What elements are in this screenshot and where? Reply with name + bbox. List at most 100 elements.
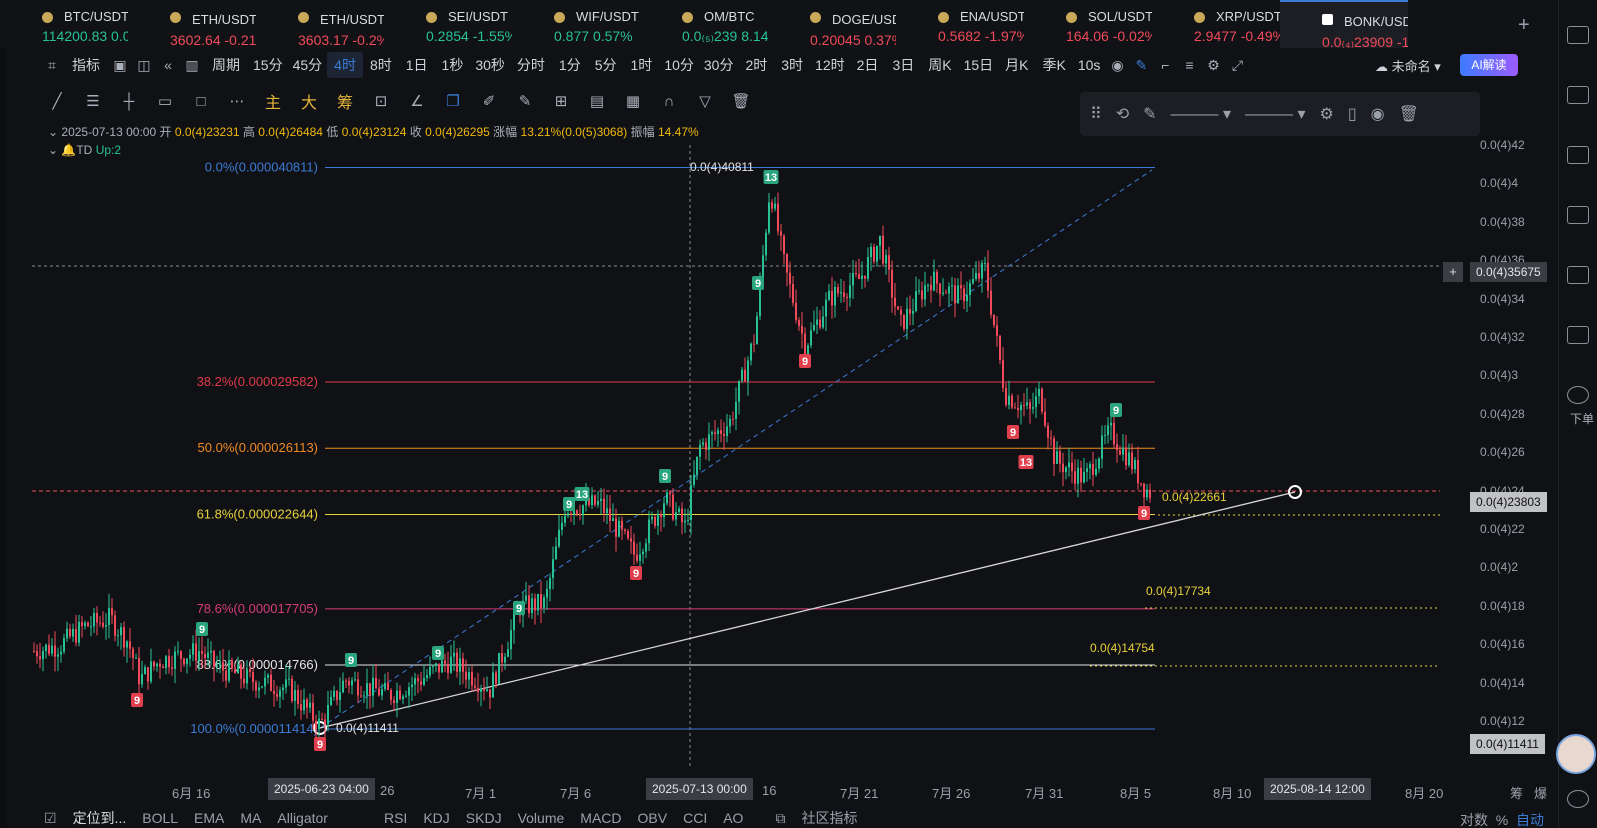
community-indicators[interactable]: 社区指标 xyxy=(801,808,857,828)
candle-body xyxy=(672,494,674,520)
candle-body xyxy=(216,665,218,667)
log-scale-button[interactable]: 对数 xyxy=(1460,812,1488,828)
candle-body xyxy=(861,275,863,279)
candle-body xyxy=(1095,468,1097,475)
exchange-icon[interactable] xyxy=(1567,386,1589,404)
candle-body xyxy=(1092,463,1094,475)
candle-body xyxy=(864,275,866,279)
candle-body xyxy=(693,474,695,485)
candle-body xyxy=(81,621,83,627)
candle-body xyxy=(279,690,281,697)
candle-body xyxy=(678,508,680,513)
td-marker-label: 9 xyxy=(802,356,808,368)
order-button[interactable]: 下单 xyxy=(1570,410,1594,427)
candle-body xyxy=(609,508,611,521)
candle-body xyxy=(1113,422,1115,445)
crosshair-price-box: 0.0(4)35675 xyxy=(1470,262,1547,282)
candle-body xyxy=(156,663,158,667)
document-icon[interactable] xyxy=(1567,86,1589,104)
locate-icon[interactable]: ☑ xyxy=(44,810,57,827)
time-tick: 8月 10 xyxy=(1213,786,1252,801)
candle-body xyxy=(132,648,134,659)
candle-body xyxy=(666,492,668,504)
candle-body xyxy=(840,292,842,294)
candle-body xyxy=(474,685,476,688)
candle-body xyxy=(648,519,650,544)
headset-icon[interactable] xyxy=(1567,790,1589,808)
liquidation-toggle[interactable]: 爆 xyxy=(1534,783,1547,802)
candle-body xyxy=(177,651,179,653)
candle-body xyxy=(531,598,533,614)
candle-body xyxy=(831,290,833,306)
td-marker-label: 13 xyxy=(576,489,588,501)
candle-body xyxy=(417,678,419,682)
last-price-box: 0.0(4)23803 xyxy=(1470,492,1547,512)
candle-body xyxy=(252,672,254,683)
candle-body xyxy=(669,492,671,495)
candle-body xyxy=(798,320,800,326)
candle-body xyxy=(285,679,287,688)
indicator-toggle[interactable]: CCI xyxy=(683,810,707,826)
price-tick: 0.0(4)26 xyxy=(1480,445,1525,460)
candle-body xyxy=(411,684,413,688)
target-label: 0.0(4)17734 xyxy=(1146,584,1211,598)
candle-body xyxy=(1146,489,1148,498)
candle-body xyxy=(48,644,50,654)
indicator-toggle[interactable]: EMA xyxy=(194,810,224,826)
monitor-icon[interactable] xyxy=(1567,326,1589,344)
chip-toggle[interactable]: 筹 xyxy=(1510,783,1523,802)
indicator-toggle[interactable]: MA xyxy=(240,810,261,826)
candle-body xyxy=(396,690,398,704)
td-marker-label: 9 xyxy=(317,739,323,751)
price-tick: 0.0(4)16 xyxy=(1480,637,1525,652)
candle-body xyxy=(849,285,851,298)
candle-body xyxy=(933,271,935,291)
candle-body xyxy=(687,519,689,521)
candle-body xyxy=(717,430,719,435)
candle-body xyxy=(870,246,872,258)
candle-body xyxy=(435,663,437,667)
indicator-toggle[interactable]: Volume xyxy=(518,810,565,826)
indicator-toggle[interactable]: OBV xyxy=(638,810,668,826)
candle-body xyxy=(600,498,602,501)
candle-body xyxy=(201,651,203,654)
candle-body xyxy=(786,253,788,273)
candle-body xyxy=(90,626,92,628)
dollar-icon[interactable] xyxy=(1567,146,1589,164)
indicator-toggle[interactable]: MACD xyxy=(580,810,621,826)
indicator-toggle[interactable]: KDJ xyxy=(423,810,449,826)
candle-body xyxy=(42,651,44,660)
avatar[interactable] xyxy=(1556,734,1596,774)
high-label: 0.0(4)40811 xyxy=(690,160,754,174)
locate-button[interactable]: 定位到... xyxy=(73,808,127,828)
candle-body xyxy=(792,283,794,303)
price-axis[interactable]: 0.0(4)42 0.0(4)4 0.0(4)38 0.0(4)36 0.0(4)34 0… xyxy=(1460,128,1550,768)
candle-body xyxy=(729,418,731,427)
candlestick-chart[interactable]: 0.0%(0.000040811) 38.2%(0.000029582) 50.0%… xyxy=(0,0,1597,828)
chart-icon[interactable] xyxy=(1567,206,1589,224)
candle-body xyxy=(432,666,434,668)
candle-body xyxy=(618,520,620,537)
candle-body xyxy=(444,660,446,664)
indicator-toggle[interactable]: Alligator xyxy=(277,810,328,826)
candle-body xyxy=(210,650,212,653)
auto-scale-button[interactable]: 自动 xyxy=(1516,812,1544,828)
candle-body xyxy=(96,612,98,623)
indicator-toggle[interactable]: RSI xyxy=(384,810,407,826)
candle-body xyxy=(699,444,701,457)
indicator-toggle[interactable]: SKDJ xyxy=(466,810,502,826)
candle-body xyxy=(147,667,149,682)
indicator-toggle[interactable]: BOLL xyxy=(142,810,178,826)
td-marker-label: 9 xyxy=(435,648,441,660)
candle-body xyxy=(240,664,242,679)
indicator-toggle[interactable]: AO xyxy=(723,810,743,826)
price-tick: 0.0(4)4 xyxy=(1480,176,1519,191)
candle-body xyxy=(999,335,1001,361)
candle-body xyxy=(1050,437,1052,439)
add-alert-icon[interactable]: + xyxy=(1443,262,1463,282)
candle-body xyxy=(51,645,53,654)
td-marker-label: 9 xyxy=(1010,427,1016,439)
grid-icon[interactable] xyxy=(1567,26,1589,44)
percent-scale-button[interactable]: % xyxy=(1496,812,1508,828)
candle-icon[interactable] xyxy=(1567,266,1589,284)
